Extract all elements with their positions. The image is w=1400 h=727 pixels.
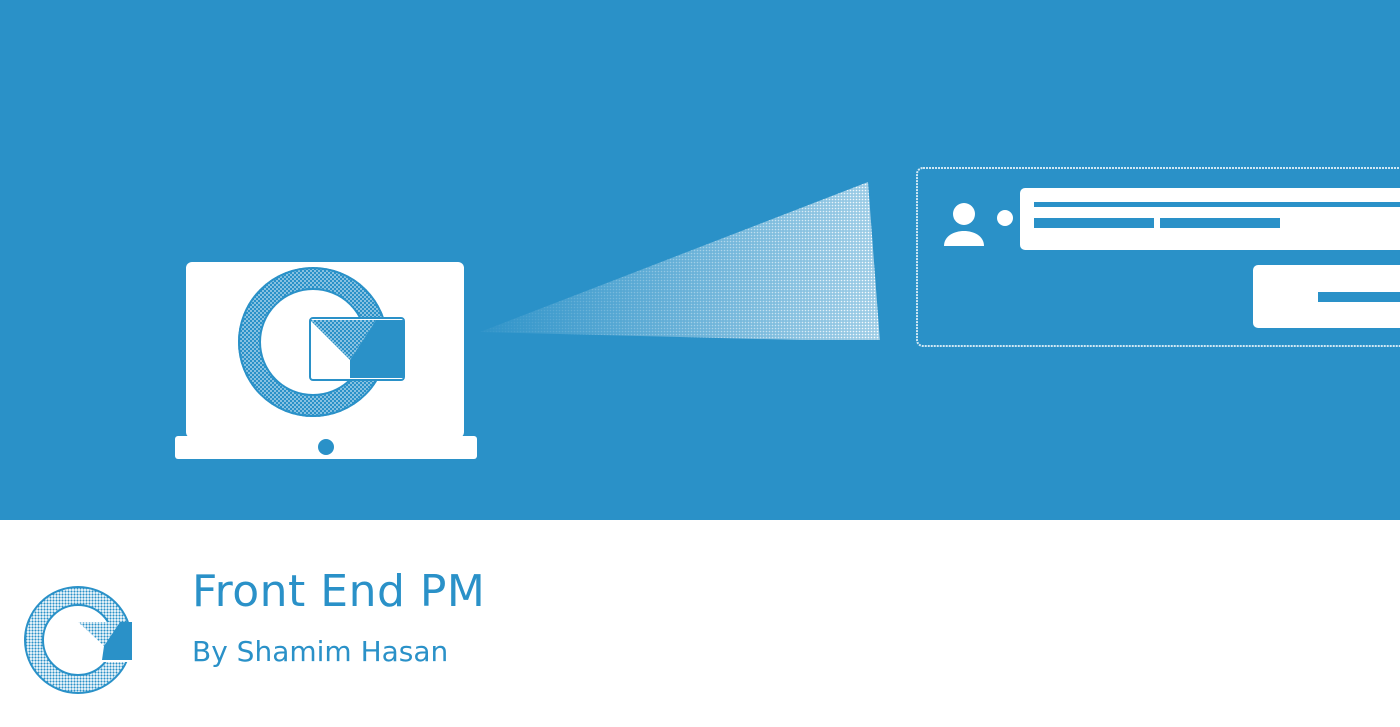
- projection-beam: [480, 182, 880, 342]
- plugin-title: Front End PM: [192, 566, 486, 617]
- front-end-pm-logo-icon: [24, 586, 134, 694]
- plugin-page: Front End PM By Shamim Hasan: [0, 0, 1400, 727]
- plugin-author[interactable]: By Shamim Hasan: [192, 632, 448, 672]
- message-panel: [916, 167, 1400, 347]
- plugin-header: Front End PM By Shamim Hasan: [0, 520, 1400, 727]
- user-icon: [944, 203, 984, 246]
- laptop-icon: [175, 262, 477, 459]
- banner-illustration: [175, 167, 1400, 459]
- plugin-banner: [0, 0, 1400, 520]
